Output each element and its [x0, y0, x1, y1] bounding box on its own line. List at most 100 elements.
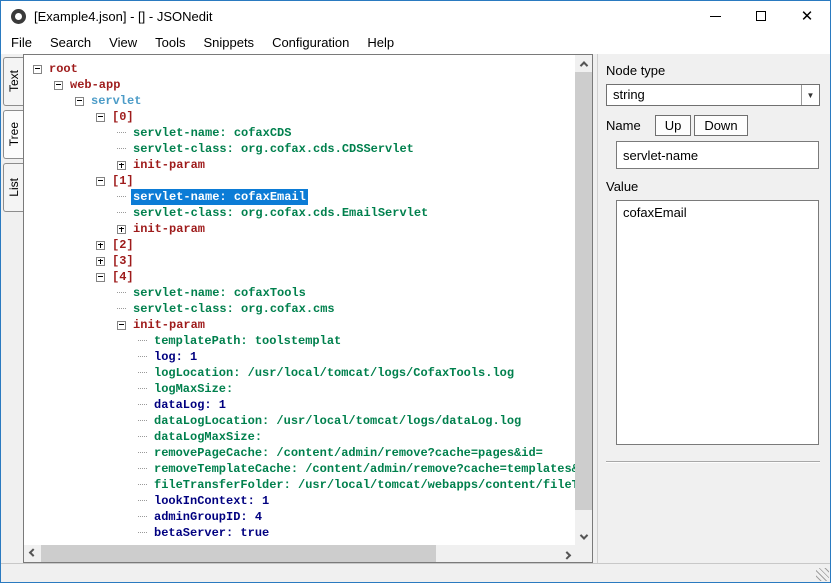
tree-node-label[interactable]: lookInContext: 1 — [152, 493, 271, 509]
scroll-left-button[interactable] — [24, 545, 41, 562]
tree-node-label[interactable]: servlet-name: cofaxEmail — [131, 189, 308, 205]
tree-row[interactable]: servlet-name: cofaxCDS — [24, 125, 575, 141]
tree-node-label[interactable]: [1] — [110, 173, 136, 189]
tree-node-label[interactable]: [3] — [110, 253, 136, 269]
name-input[interactable] — [616, 141, 819, 169]
tree-node-label[interactable]: web-app — [68, 77, 122, 93]
expand-icon[interactable] — [96, 257, 105, 266]
menu-item-tools[interactable]: Tools — [146, 32, 194, 53]
tree-row[interactable]: fileTransferFolder: /usr/local/tomcat/we… — [24, 477, 575, 493]
tree-row[interactable]: betaServer: true — [24, 525, 575, 541]
title-bar[interactable]: [Example4.json] - [] - JSONedit ✕ — [1, 1, 830, 31]
tab-text[interactable]: Text — [3, 57, 24, 106]
close-button[interactable]: ✕ — [784, 1, 830, 31]
tree-row[interactable]: [4] — [24, 269, 575, 285]
tree-node-label[interactable]: log: 1 — [152, 349, 199, 365]
vertical-scrollbar[interactable] — [575, 55, 592, 545]
tree-row[interactable]: logMaxSize: — [24, 381, 575, 397]
tree-row[interactable]: root — [24, 61, 575, 77]
collapse-icon[interactable] — [54, 81, 63, 90]
tree-row[interactable]: logLocation: /usr/local/tomcat/logs/Cofa… — [24, 365, 575, 381]
tree-row[interactable]: servlet-class: org.cofax.cds.EmailServle… — [24, 205, 575, 221]
value-textarea[interactable]: cofaxEmail — [616, 200, 819, 445]
tree-row[interactable]: web-app — [24, 77, 575, 93]
tree-row[interactable]: dataLogLocation: /usr/local/tomcat/logs/… — [24, 413, 575, 429]
tree-node-label[interactable]: root — [47, 61, 80, 77]
tree-node-label[interactable]: logLocation: /usr/local/tomcat/logs/Cofa… — [152, 365, 516, 381]
tree-row[interactable]: dataLog: 1 — [24, 397, 575, 413]
tree-node-label[interactable]: servlet-class: org.cofax.cds.EmailServle… — [131, 205, 430, 221]
scroll-up-button[interactable] — [575, 55, 592, 72]
expand-icon[interactable] — [96, 241, 105, 250]
tree-node-label[interactable]: servlet-class: org.cofax.cms — [131, 301, 337, 317]
collapse-icon[interactable] — [33, 65, 42, 74]
tree-row[interactable]: adminGroupID: 4 — [24, 509, 575, 525]
tree-node-label[interactable]: dataLogMaxSize: — [152, 429, 264, 445]
tree-node-label[interactable]: [4] — [110, 269, 136, 285]
scroll-down-button[interactable] — [575, 528, 592, 545]
tree-row[interactable]: templatePath: toolstemplat — [24, 333, 575, 349]
horizontal-scroll-thumb[interactable] — [41, 545, 436, 562]
tree-node-label[interactable]: betaServer: true — [152, 525, 271, 541]
tree-node-label[interactable]: adminGroupID: 4 — [152, 509, 264, 525]
dropdown-arrow-icon[interactable]: ▼ — [801, 85, 819, 105]
vertical-scroll-thumb[interactable] — [575, 72, 592, 510]
tree-node-label[interactable]: removeTemplateCache: /content/admin/remo… — [152, 461, 575, 477]
tree-row[interactable]: init-param — [24, 157, 575, 173]
collapse-icon[interactable] — [75, 97, 84, 106]
menu-item-snippets[interactable]: Snippets — [194, 32, 263, 53]
tree-node-label[interactable]: [2] — [110, 237, 136, 253]
tree-node-label[interactable]: servlet — [89, 93, 143, 109]
expand-icon[interactable] — [117, 225, 126, 234]
horizontal-scrollbar[interactable] — [24, 545, 575, 562]
menu-item-search[interactable]: Search — [41, 32, 100, 53]
tree-node-label[interactable]: servlet-class: org.cofax.cds.CDSServlet — [131, 141, 416, 157]
menu-item-help[interactable]: Help — [358, 32, 403, 53]
expand-icon[interactable] — [117, 161, 126, 170]
tree-row[interactable]: init-param — [24, 317, 575, 333]
resize-grip[interactable] — [816, 568, 829, 581]
scroll-right-button[interactable] — [558, 545, 575, 562]
collapse-icon[interactable] — [96, 273, 105, 282]
tree-row[interactable]: servlet — [24, 93, 575, 109]
tree-node-label[interactable]: fileTransferFolder: /usr/local/tomcat/we… — [152, 477, 575, 493]
tree-node-label[interactable]: [0] — [110, 109, 136, 125]
tree-row[interactable]: servlet-class: org.cofax.cms — [24, 301, 575, 317]
tab-list[interactable]: List — [3, 163, 24, 212]
tree-row[interactable]: log: 1 — [24, 349, 575, 365]
menu-item-file[interactable]: File — [2, 32, 41, 53]
tree-row[interactable]: [0] — [24, 109, 575, 125]
tree-node-label[interactable]: init-param — [131, 157, 207, 173]
maximize-button[interactable] — [738, 1, 784, 31]
collapse-icon[interactable] — [96, 113, 105, 122]
tree-row[interactable]: [3] — [24, 253, 575, 269]
tree-node-label[interactable]: dataLog: 1 — [152, 397, 228, 413]
tree-node-label[interactable]: logMaxSize: — [152, 381, 235, 397]
tree-row[interactable]: servlet-class: org.cofax.cds.CDSServlet — [24, 141, 575, 157]
tree-node-label[interactable]: templatePath: toolstemplat — [152, 333, 343, 349]
collapse-icon[interactable] — [96, 177, 105, 186]
tree-row[interactable]: servlet-name: cofaxEmail — [24, 189, 575, 205]
up-button[interactable]: Up — [655, 115, 692, 136]
tree-row[interactable]: removePageCache: /content/admin/remove?c… — [24, 445, 575, 461]
tree-row[interactable]: init-param — [24, 221, 575, 237]
tree-row[interactable]: [1] — [24, 173, 575, 189]
json-tree[interactable]: rootweb-appservlet[0]servlet-name: cofax… — [24, 55, 575, 545]
tree-node-label[interactable]: removePageCache: /content/admin/remove?c… — [152, 445, 545, 461]
down-button[interactable]: Down — [694, 115, 747, 136]
tree-node-label[interactable]: dataLogLocation: /usr/local/tomcat/logs/… — [152, 413, 523, 429]
tree-row[interactable]: lookInContext: 1 — [24, 493, 575, 509]
tree-row[interactable]: servlet-name: cofaxTools — [24, 285, 575, 301]
menu-item-configuration[interactable]: Configuration — [263, 32, 358, 53]
collapse-icon[interactable] — [117, 321, 126, 330]
tree-node-label[interactable]: init-param — [131, 317, 207, 333]
tree-row[interactable]: dataLogMaxSize: — [24, 429, 575, 445]
tree-node-label[interactable]: servlet-name: cofaxCDS — [131, 125, 293, 141]
tree-node-label[interactable]: init-param — [131, 221, 207, 237]
node-type-select[interactable]: string ▼ — [606, 84, 820, 106]
tree-node-label[interactable]: servlet-name: cofaxTools — [131, 285, 308, 301]
tree-row[interactable]: removeTemplateCache: /content/admin/remo… — [24, 461, 575, 477]
tree-row[interactable]: [2] — [24, 237, 575, 253]
minimize-button[interactable] — [692, 1, 738, 31]
tab-tree[interactable]: Tree — [3, 110, 24, 159]
